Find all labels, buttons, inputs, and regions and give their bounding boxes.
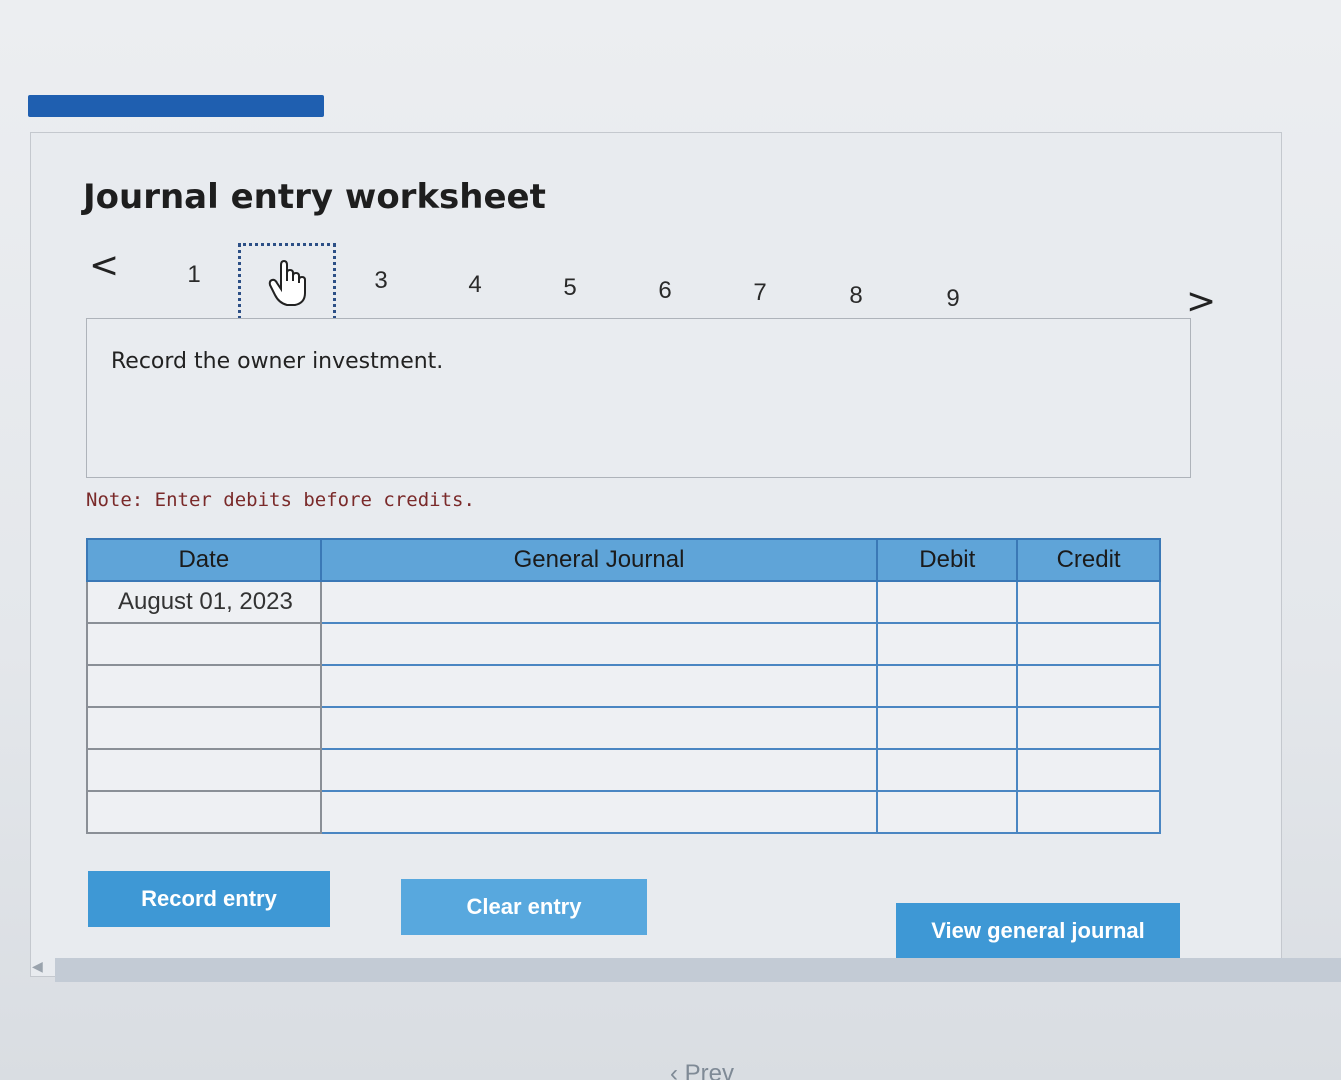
- header-general-journal: General Journal: [319, 538, 879, 582]
- date-cell: [86, 748, 322, 792]
- debit-input[interactable]: [876, 706, 1019, 750]
- credit-input[interactable]: [1016, 790, 1161, 834]
- note-text: Note: Enter debits before credits.: [86, 489, 475, 511]
- prev-step-button[interactable]: <: [89, 245, 119, 286]
- footer-prev-button[interactable]: ‹ Prev: [670, 1060, 734, 1080]
- table-row: [86, 790, 1161, 834]
- credit-input[interactable]: [1016, 664, 1161, 708]
- table-header-row: Date General Journal Debit Credit: [86, 538, 1161, 582]
- prompt-text: Record the owner investment.: [111, 349, 444, 374]
- account-input[interactable]: [319, 580, 879, 624]
- account-input[interactable]: [319, 790, 879, 834]
- prompt-box: Record the owner investment.: [86, 318, 1191, 478]
- date-cell: August 01, 2023: [86, 580, 322, 624]
- debit-input[interactable]: [876, 664, 1019, 708]
- chevron-left-icon: ‹: [670, 1060, 685, 1080]
- debit-input[interactable]: [876, 580, 1019, 624]
- step-5[interactable]: 5: [550, 274, 590, 302]
- table-row: [86, 748, 1161, 792]
- credit-input[interactable]: [1016, 580, 1161, 624]
- screen: Journal entry worksheet < 1 3 4 5 6 7 8 …: [0, 0, 1341, 1080]
- record-entry-button[interactable]: Record entry: [88, 871, 330, 927]
- journal-worksheet: Journal entry worksheet < 1 3 4 5 6 7 8 …: [30, 132, 1282, 977]
- date-cell: [86, 622, 322, 666]
- hand-pointer-icon: [267, 259, 307, 312]
- account-input[interactable]: [319, 664, 879, 708]
- step-9[interactable]: 9: [933, 285, 973, 313]
- account-input[interactable]: [319, 622, 879, 666]
- step-7[interactable]: 7: [740, 279, 780, 307]
- header-credit: Credit: [1016, 538, 1161, 582]
- credit-input[interactable]: [1016, 706, 1161, 750]
- accent-bar: [28, 95, 324, 117]
- debit-input[interactable]: [876, 622, 1019, 666]
- header-date: Date: [86, 538, 322, 582]
- credit-input[interactable]: [1016, 748, 1161, 792]
- page-title: Journal entry worksheet: [83, 177, 546, 217]
- step-6[interactable]: 6: [645, 277, 685, 305]
- debit-input[interactable]: [876, 748, 1019, 792]
- step-3[interactable]: 3: [361, 267, 401, 295]
- date-cell: [86, 664, 322, 708]
- date-cell: [86, 790, 322, 834]
- step-8[interactable]: 8: [836, 282, 876, 310]
- step-4[interactable]: 4: [455, 271, 495, 299]
- next-step-button[interactable]: >: [1186, 281, 1216, 322]
- table-row: [86, 622, 1161, 666]
- date-cell: [86, 706, 322, 750]
- account-input[interactable]: [319, 748, 879, 792]
- horizontal-scrollbar[interactable]: [55, 958, 1341, 982]
- table-row: August 01, 2023: [86, 580, 1161, 624]
- step-1[interactable]: 1: [174, 261, 214, 289]
- header-debit: Debit: [876, 538, 1019, 582]
- scroll-left-icon[interactable]: ◀: [32, 958, 43, 975]
- journal-table: Date General Journal Debit Credit August…: [86, 538, 1161, 834]
- step-2-current[interactable]: [238, 243, 336, 327]
- clear-entry-button[interactable]: Clear entry: [401, 879, 647, 935]
- account-input[interactable]: [319, 706, 879, 750]
- table-row: [86, 664, 1161, 708]
- credit-input[interactable]: [1016, 622, 1161, 666]
- debit-input[interactable]: [876, 790, 1019, 834]
- table-row: [86, 706, 1161, 750]
- footer-prev-label: Prev: [684, 1060, 735, 1080]
- view-general-journal-button[interactable]: View general journal: [896, 903, 1180, 959]
